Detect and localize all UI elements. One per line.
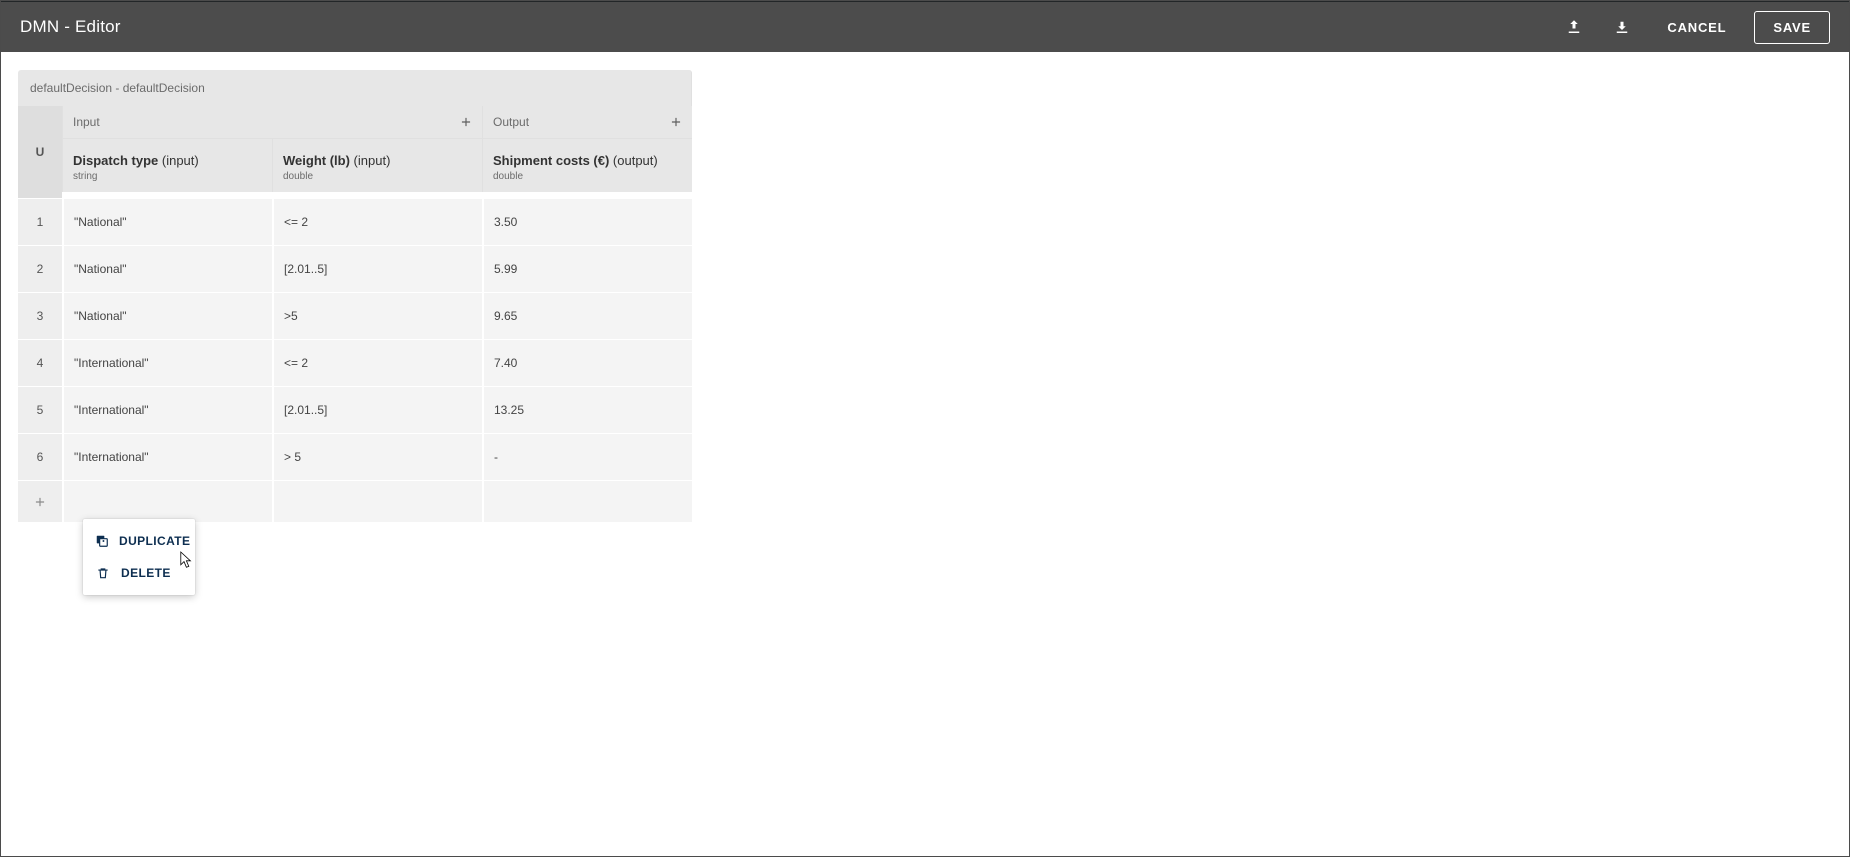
rule-input-cell[interactable]: "International": [62, 386, 272, 433]
rule-input-cell[interactable]: "National": [62, 245, 272, 292]
rule-output-cell[interactable]: 5.99: [482, 245, 692, 292]
hit-policy-value: U: [36, 145, 45, 159]
column-type: string: [73, 171, 262, 182]
context-menu-delete-label: DELETE: [121, 566, 171, 580]
table-row[interactable]: 6"International"> 5-: [18, 433, 692, 480]
rule-input-cell[interactable]: "International": [62, 433, 272, 480]
column-type: double: [493, 171, 682, 182]
save-button[interactable]: SAVE: [1754, 11, 1830, 44]
add-rule-button[interactable]: [18, 480, 62, 522]
column-type: double: [283, 171, 472, 182]
context-menu-duplicate-label: DUPLICATE: [119, 534, 190, 548]
table-row[interactable]: 2"National"[2.01..5]5.99: [18, 245, 692, 292]
output-group-label: Output: [493, 115, 529, 129]
app-title: DMN - Editor: [20, 17, 121, 37]
column-name: Shipment costs (€): [493, 153, 609, 168]
column-header-output-1[interactable]: Shipment costs (€) (output) double: [482, 138, 692, 192]
column-name: Dispatch type: [73, 153, 158, 168]
download-button[interactable]: [1605, 10, 1639, 44]
table-row[interactable]: 3"National">59.65: [18, 292, 692, 339]
input-group-header: Input: [62, 106, 482, 138]
rule-input-cell[interactable]: "National": [62, 292, 272, 339]
rule-output-cell[interactable]: 13.25: [482, 386, 692, 433]
row-index-cell[interactable]: 1: [18, 198, 62, 245]
column-suffix: (output): [613, 153, 658, 168]
trash-icon: [95, 565, 111, 581]
column-name: Weight (lb): [283, 153, 350, 168]
plus-icon: [459, 115, 473, 129]
context-menu-duplicate[interactable]: DUPLICATE: [83, 525, 195, 557]
empty-cell: [272, 480, 482, 522]
add-rule-row: [18, 480, 692, 522]
rule-output-cell[interactable]: -: [482, 433, 692, 480]
column-suffix: (input): [354, 153, 391, 168]
output-group-header: Output: [482, 106, 692, 138]
upload-icon: [1565, 18, 1583, 36]
hit-policy-cell[interactable]: U: [18, 106, 62, 198]
upload-button[interactable]: [1557, 10, 1591, 44]
rule-input-cell[interactable]: "International": [62, 339, 272, 386]
row-index-cell[interactable]: 2: [18, 245, 62, 292]
table-row[interactable]: 4"International"<= 27.40: [18, 339, 692, 386]
row-index-cell[interactable]: 6: [18, 433, 62, 480]
duplicate-icon: [95, 533, 109, 549]
plus-icon: [669, 115, 683, 129]
column-header-input-2[interactable]: Weight (lb) (input) double: [272, 138, 482, 192]
rule-input-cell[interactable]: <= 2: [272, 198, 482, 245]
context-menu-delete[interactable]: DELETE: [83, 557, 195, 589]
app-topbar: DMN - Editor CANCEL SAVE: [0, 2, 1850, 52]
rule-input-cell[interactable]: [2.01..5]: [272, 245, 482, 292]
rule-input-cell[interactable]: >5: [272, 292, 482, 339]
row-index-cell[interactable]: 4: [18, 339, 62, 386]
table-row[interactable]: 1"National"<= 23.50: [18, 198, 692, 245]
table-row[interactable]: 5"International"[2.01..5]13.25: [18, 386, 692, 433]
rule-input-cell[interactable]: "National": [62, 198, 272, 245]
empty-cell: [62, 480, 272, 522]
rule-input-cell[interactable]: [2.01..5]: [272, 386, 482, 433]
rule-output-cell[interactable]: 7.40: [482, 339, 692, 386]
rule-input-cell[interactable]: > 5: [272, 433, 482, 480]
add-input-column-button[interactable]: [456, 112, 476, 132]
plus-icon: [33, 495, 47, 509]
decision-title[interactable]: defaultDecision - defaultDecision: [18, 70, 692, 106]
row-index-cell[interactable]: 3: [18, 292, 62, 339]
rule-output-cell[interactable]: 3.50: [482, 198, 692, 245]
rule-input-cell[interactable]: <= 2: [272, 339, 482, 386]
row-context-menu: DUPLICATE DELETE: [83, 519, 195, 595]
download-icon: [1613, 18, 1631, 36]
add-output-column-button[interactable]: [666, 112, 686, 132]
row-index-cell[interactable]: 5: [18, 386, 62, 433]
rule-output-cell[interactable]: 9.65: [482, 292, 692, 339]
column-header-input-1[interactable]: Dispatch type (input) string: [62, 138, 272, 192]
decision-table: defaultDecision - defaultDecision U Inpu…: [18, 70, 692, 522]
column-suffix: (input): [162, 153, 199, 168]
cancel-button[interactable]: CANCEL: [1653, 12, 1740, 43]
input-group-label: Input: [73, 115, 100, 129]
empty-cell: [482, 480, 692, 522]
